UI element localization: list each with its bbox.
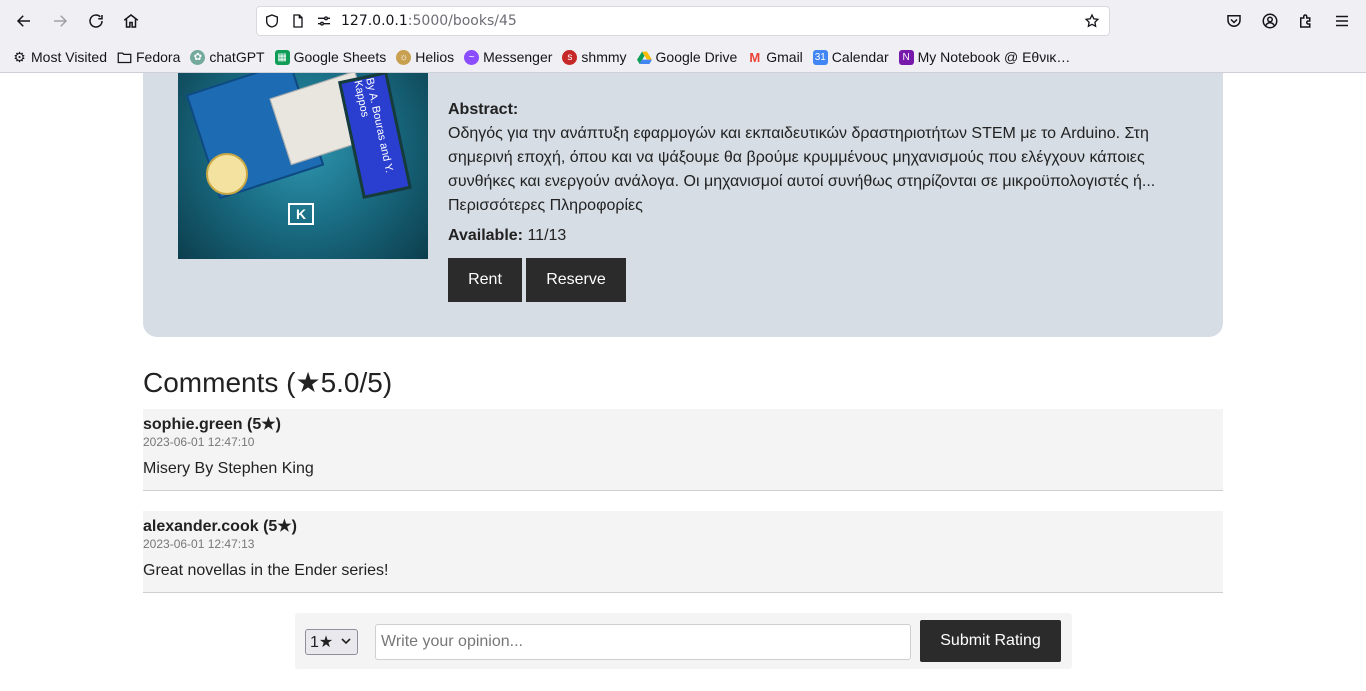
messenger-icon: ~ (464, 49, 480, 65)
bookmark-most-visited[interactable]: ⚙ Most Visited (12, 48, 107, 66)
bookmark-label: Fedora (136, 49, 181, 65)
reserve-button[interactable]: Reserve (526, 258, 626, 302)
opinion-input[interactable]: Write your opinion... (375, 624, 911, 660)
pocket-icon[interactable] (1220, 7, 1248, 35)
comment-item: sophie.green (5★) 2023-06-01 12:47:10 Mi… (143, 409, 1223, 491)
cover-author-text: By A. Bouras and Y. Kappos (338, 73, 412, 199)
bookmark-label: Gmail (766, 49, 803, 65)
book-info: Abstract: Οδηγός για την ανάπτυξη εφαρμο… (448, 98, 1208, 218)
cover-sticker (206, 153, 248, 195)
bookmark-label: Most Visited (31, 49, 107, 65)
account-icon[interactable] (1256, 7, 1284, 35)
onenote-icon: N (898, 49, 914, 65)
book-card: By A. Bouras and Y. Kappos K Abstract: Ο… (143, 73, 1223, 337)
bookmark-messenger[interactable]: ~ Messenger (464, 49, 552, 65)
comments-title: Comments (★5.0/5) (143, 367, 393, 398)
url-path: :5000/books/45 (407, 13, 517, 29)
rating-form: 1★ Write your opinion... Submit Rating (295, 613, 1072, 669)
folder-icon (117, 50, 132, 65)
forward-icon[interactable] (46, 7, 74, 35)
bookmark-label: Messenger (483, 49, 553, 65)
bookmark-chatgpt[interactable]: ✿ chatGPT (190, 49, 265, 65)
gear-icon: ⚙ (13, 48, 26, 65)
chatgpt-icon: ✿ (190, 49, 206, 65)
helios-icon: ☼ (396, 49, 412, 65)
book-cover-image: By A. Bouras and Y. Kappos K (178, 73, 428, 259)
bookmark-label: chatGPT (209, 49, 265, 65)
more-info-link[interactable]: Περισσότερες Πληροφορίες (448, 194, 1208, 218)
available-value: 11/13 (527, 227, 567, 244)
shmmy-icon: s (562, 49, 578, 65)
url-host: 127.0.0.1 (341, 13, 408, 29)
bookmark-calendar[interactable]: 31 Calendar (812, 49, 889, 65)
bookmark-fedora[interactable]: Fedora (117, 49, 180, 65)
extensions-icon[interactable] (1292, 7, 1320, 35)
opinion-placeholder: Write your opinion... (381, 633, 523, 650)
bookmarks-bar: ⚙ Most Visited Fedora ✿ chatGPT ▦ Google… (0, 42, 1366, 72)
address-bar[interactable]: 127.0.0.1:5000/books/45 (256, 6, 1110, 36)
availability: Available: 11/13 (448, 227, 566, 245)
browser-chrome: 127.0.0.1:5000/books/45 ⚙ Most Visited F (0, 0, 1366, 73)
menu-icon[interactable] (1328, 7, 1356, 35)
rating-select[interactable]: 1★ (305, 629, 358, 655)
comment-date: 2023-06-01 12:47:10 (143, 435, 255, 449)
home-icon[interactable] (117, 7, 145, 35)
drive-icon (636, 50, 652, 65)
chevron-down-icon (341, 638, 351, 645)
publisher-logo: K (288, 203, 314, 225)
rent-button[interactable]: Rent (448, 258, 522, 302)
site-permissions-icon[interactable] (313, 10, 335, 32)
page-content: By A. Bouras and Y. Kappos K Abstract: Ο… (0, 73, 1366, 691)
abstract-text: Οδηγός για την ανάπτυξη εφαρμογών και εκ… (448, 125, 1156, 190)
bookmark-label: Google Sheets (293, 49, 387, 65)
back-icon[interactable] (10, 7, 38, 35)
comment-date: 2023-06-01 12:47:13 (143, 537, 255, 551)
gmail-icon: M (749, 49, 761, 65)
sheets-icon: ▦ (274, 49, 290, 65)
bookmark-helios[interactable]: ☼ Helios (396, 49, 454, 65)
bookmark-gmail[interactable]: M Gmail (747, 49, 803, 65)
available-label: Available: (448, 227, 523, 244)
rating-select-value: 1★ (310, 634, 334, 651)
shield-icon[interactable] (261, 10, 283, 32)
bookmark-google-sheets[interactable]: ▦ Google Sheets (274, 49, 387, 65)
bookmark-shmmy[interactable]: s shmmy (562, 49, 627, 65)
reload-icon[interactable] (82, 7, 110, 35)
bookmark-label: shmmy (581, 49, 627, 65)
browser-toolbar: 127.0.0.1:5000/books/45 (0, 0, 1366, 42)
comment-item: alexander.cook (5★) 2023-06-01 12:47:13 … (143, 511, 1223, 593)
page-icon (287, 10, 309, 32)
submit-rating-button[interactable]: Submit Rating (920, 620, 1061, 662)
bookmark-google-drive[interactable]: Google Drive (636, 49, 738, 65)
bookmark-label: My Notebook @ Εθνικ… (917, 49, 1071, 65)
url-text: 127.0.0.1:5000/books/45 (341, 13, 517, 29)
bookmark-my-notebook[interactable]: N My Notebook @ Εθνικ… (898, 49, 1071, 65)
bookmark-label: Calendar (831, 49, 889, 65)
comment-text: Misery By Stephen King (143, 460, 314, 477)
calendar-icon: 31 (812, 49, 828, 65)
comment-author: sophie.green (5★) (143, 416, 281, 433)
comment-text: Great novellas in the Ender series! (143, 562, 389, 579)
abstract-label: Abstract: (448, 101, 519, 118)
comment-author: alexander.cook (5★) (143, 518, 297, 535)
bookmark-label: Helios (415, 49, 455, 65)
bookmark-label: Google Drive (655, 49, 738, 65)
bookmark-star-icon[interactable] (1081, 10, 1103, 32)
